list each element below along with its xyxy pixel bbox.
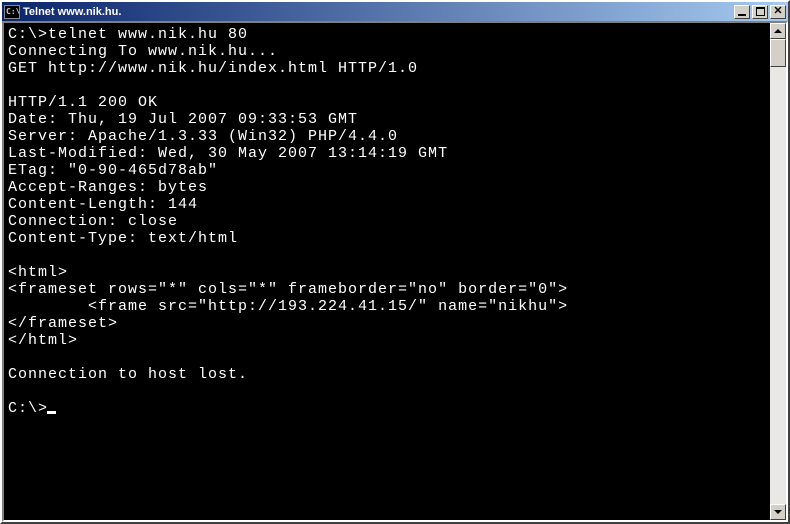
title-bar[interactable]: C:\ Telnet www.nik.hu. ✕ bbox=[2, 2, 788, 21]
terminal-line: Server: Apache/1.3.33 (Win32) PHP/4.4.0 bbox=[8, 128, 768, 145]
terminal-line: Last-Modified: Wed, 30 May 2007 13:14:19… bbox=[8, 145, 768, 162]
terminal-line: <frameset rows="*" cols="*" frameborder=… bbox=[8, 281, 768, 298]
terminal-line: Connection: close bbox=[8, 213, 768, 230]
chevron-down-icon bbox=[774, 510, 782, 514]
window-controls: ✕ bbox=[732, 5, 786, 19]
maximize-icon bbox=[756, 7, 765, 16]
terminal-line bbox=[8, 349, 768, 366]
scroll-up-button[interactable] bbox=[770, 23, 786, 39]
scroll-track[interactable] bbox=[770, 39, 786, 504]
close-icon: ✕ bbox=[773, 6, 782, 17]
terminal-line: <html> bbox=[8, 264, 768, 281]
terminal-line: C:\> bbox=[8, 400, 768, 417]
chevron-up-icon bbox=[774, 29, 782, 33]
terminal-output[interactable]: C:\>telnet www.nik.hu 80Connecting To ww… bbox=[4, 23, 770, 520]
terminal-line: Content-Length: 144 bbox=[8, 196, 768, 213]
terminal-line: HTTP/1.1 200 OK bbox=[8, 94, 768, 111]
telnet-window: C:\ Telnet www.nik.hu. ✕ C:\>telnet www.… bbox=[0, 0, 790, 524]
client-area: C:\>telnet www.nik.hu 80Connecting To ww… bbox=[2, 21, 788, 522]
scroll-thumb[interactable] bbox=[770, 39, 786, 67]
terminal-line: Content-Type: text/html bbox=[8, 230, 768, 247]
terminal-line: Connecting To www.nik.hu... bbox=[8, 43, 768, 60]
terminal-line bbox=[8, 247, 768, 264]
terminal-line bbox=[8, 383, 768, 400]
terminal-line: Date: Thu, 19 Jul 2007 09:33:53 GMT bbox=[8, 111, 768, 128]
vertical-scrollbar[interactable] bbox=[770, 23, 786, 520]
terminal-line: </html> bbox=[8, 332, 768, 349]
app-icon: C:\ bbox=[4, 5, 20, 19]
terminal-line: C:\>telnet www.nik.hu 80 bbox=[8, 26, 768, 43]
terminal-line: ETag: "0-90-465d78ab" bbox=[8, 162, 768, 179]
terminal-line: <frame src="http://193.224.41.15/" name=… bbox=[8, 298, 768, 315]
terminal-line: GET http://www.nik.hu/index.html HTTP/1.… bbox=[8, 60, 768, 77]
window-title: Telnet www.nik.hu. bbox=[23, 6, 732, 18]
terminal-line: Connection to host lost. bbox=[8, 366, 768, 383]
text-cursor bbox=[47, 411, 56, 414]
minimize-icon bbox=[738, 14, 746, 16]
terminal-line bbox=[8, 77, 768, 94]
terminal-line: Accept-Ranges: bytes bbox=[8, 179, 768, 196]
close-button[interactable]: ✕ bbox=[770, 5, 786, 19]
minimize-button[interactable] bbox=[734, 5, 750, 19]
terminal-line: </frameset> bbox=[8, 315, 768, 332]
maximize-button[interactable] bbox=[752, 5, 768, 19]
scroll-down-button[interactable] bbox=[770, 504, 786, 520]
